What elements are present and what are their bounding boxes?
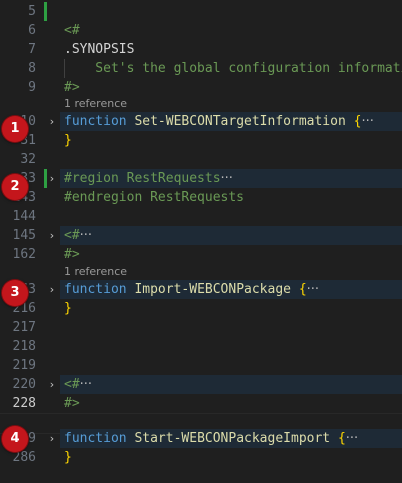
fold-ellipsis[interactable]: ···	[307, 282, 319, 297]
function-name: Import-WEBCONPackage	[134, 282, 291, 297]
code-line[interactable]: 8 Set's the global configuration informa…	[0, 59, 402, 78]
code-line[interactable]: 31 }	[0, 131, 402, 150]
code-line[interactable]: 162 #>	[0, 245, 402, 264]
reference-count-link[interactable]: 1 reference	[64, 264, 127, 280]
folded-region-highlight	[60, 226, 402, 245]
function-declaration: function Import-WEBCONPackage {···	[64, 280, 319, 299]
chevron-right-icon[interactable]: ›	[46, 169, 58, 188]
code-line[interactable]: 218	[0, 337, 402, 356]
chevron-right-icon[interactable]: ›	[46, 375, 58, 394]
chevron-right-icon[interactable]: ›	[46, 112, 58, 131]
code-line[interactable]: 145 › <#···	[0, 226, 402, 245]
function-declaration: function Start-WEBCONPackageImport {···	[64, 429, 358, 448]
function-keyword: function	[64, 114, 127, 129]
function-declaration: function Set-WEBCONTargetInformation {··…	[64, 112, 374, 131]
line-number: 228	[12, 396, 36, 411]
line-number: 32	[20, 152, 36, 167]
region-start: #region RestRequests···	[64, 169, 233, 188]
comment-close: #>	[64, 396, 80, 411]
line-number: 219	[12, 358, 36, 373]
chevron-right-icon[interactable]: ›	[46, 226, 58, 245]
line-number: 220	[12, 377, 36, 392]
folded-region-highlight	[60, 375, 402, 394]
chevron-right-icon[interactable]: ›	[46, 280, 58, 299]
line-number: 8	[28, 61, 36, 76]
close-brace: }	[64, 133, 72, 148]
line-number: 218	[12, 339, 36, 354]
comment-block-folded: <#···	[64, 226, 92, 245]
close-brace: }	[64, 301, 72, 316]
open-brace: {	[337, 431, 346, 446]
annotation-badge-3: 3	[2, 280, 28, 306]
synopsis-keyword: .SYNOPSIS	[64, 42, 135, 57]
comment-open: <#	[64, 228, 80, 243]
function-name: Start-WEBCONPackageImport	[134, 431, 331, 446]
function-name: Set-WEBCONTargetInformation	[134, 114, 346, 129]
annotation-badge-2: 2	[2, 174, 28, 200]
code-line[interactable]: 216 }	[0, 299, 402, 318]
open-brace: {	[298, 282, 307, 297]
fold-ellipsis[interactable]: ···	[80, 377, 92, 392]
code-line[interactable]: 144	[0, 207, 402, 226]
line-number: 145	[12, 228, 36, 243]
code-line[interactable]: 6 <#	[0, 21, 402, 40]
chevron-right-icon[interactable]: ›	[46, 429, 58, 448]
close-brace: }	[64, 450, 72, 465]
fold-ellipsis[interactable]: ···	[221, 171, 233, 186]
line-number: 6	[28, 23, 36, 38]
codelens[interactable]: 1 reference	[0, 96, 402, 112]
line-number: 7	[28, 42, 36, 57]
code-line[interactable]: 9 #>	[0, 78, 402, 97]
code-line[interactable]: 7 .SYNOPSIS	[0, 40, 402, 59]
codelens[interactable]: 1 reference	[0, 264, 402, 280]
comment-block-folded: <#···	[64, 375, 92, 394]
code-line[interactable]: 220 › <#···	[0, 375, 402, 394]
code-line[interactable]: 10 › function Set-WEBCONTargetInformatio…	[0, 112, 402, 131]
code-line[interactable]: 286 }	[0, 448, 402, 467]
line-number: 144	[12, 209, 36, 224]
fold-ellipsis[interactable]: ···	[361, 114, 373, 129]
synopsis-text: Set's the global configuration informati	[64, 61, 402, 76]
annotation-badge-1: 1	[2, 116, 28, 142]
code-line[interactable]: 32	[0, 150, 402, 169]
code-line[interactable]: 219	[0, 356, 402, 375]
annotation-badge-4: 4	[2, 426, 28, 452]
line-number: 9	[28, 80, 36, 95]
code-line[interactable]: 217	[0, 318, 402, 337]
comment-open: <#	[64, 23, 80, 38]
comment-close: #>	[64, 80, 80, 95]
code-line[interactable]: 163 › function Import-WEBCONPackage {···	[0, 280, 402, 299]
function-keyword: function	[64, 282, 127, 297]
function-keyword: function	[64, 431, 127, 446]
reference-count-link[interactable]: 1 reference	[64, 96, 127, 112]
line-number: 162	[12, 247, 36, 262]
code-line[interactable]: 229 › function Start-WEBCONPackageImport…	[0, 429, 402, 448]
comment-open: <#	[64, 377, 80, 392]
modified-line-marker	[44, 2, 47, 21]
region-label: #region RestRequests	[64, 171, 221, 186]
region-end: #endregion RestRequests	[64, 190, 245, 205]
code-line[interactable]: 228 #>	[0, 394, 402, 413]
code-line[interactable]: 5	[0, 2, 402, 21]
fold-ellipsis[interactable]: ···	[80, 228, 92, 243]
line-number: 5	[28, 4, 36, 19]
code-line[interactable]: 143 #endregion RestRequests	[0, 188, 402, 207]
fold-ellipsis[interactable]: ···	[346, 431, 358, 446]
line-number: 217	[12, 320, 36, 335]
code-editor[interactable]: 5 6 <# 7 .SYNOPSIS 8 Set's the global co…	[0, 0, 402, 483]
comment-close: #>	[64, 247, 80, 262]
code-line[interactable]: 33 › #region RestRequests···	[0, 169, 402, 188]
